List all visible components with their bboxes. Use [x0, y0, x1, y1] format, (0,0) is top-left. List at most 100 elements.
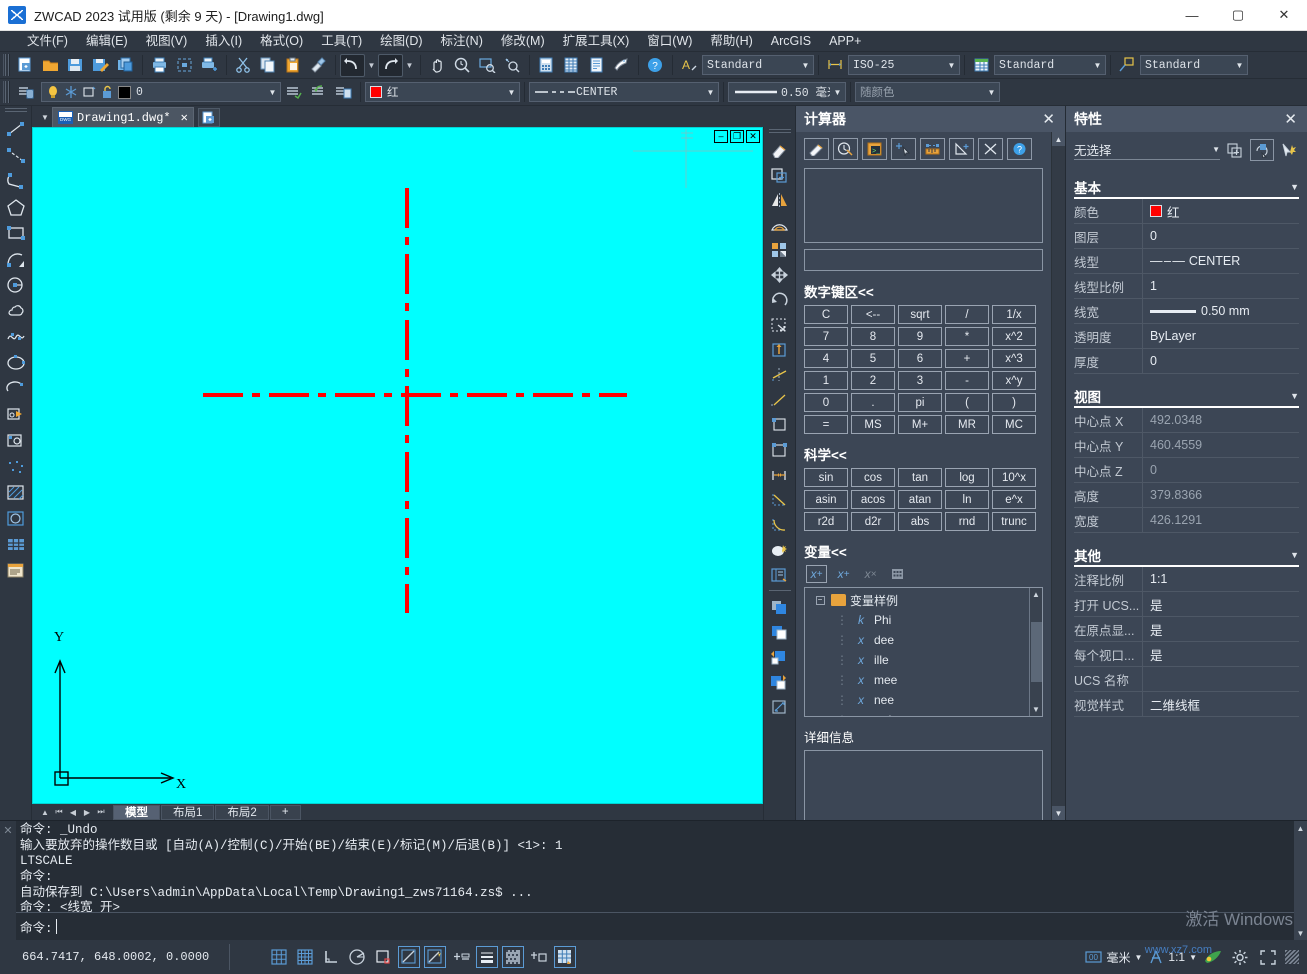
- construction-line-icon[interactable]: [3, 142, 29, 168]
- save-icon[interactable]: [63, 54, 88, 77]
- transparency-toggle[interactable]: [502, 946, 524, 968]
- collapse-icon[interactable]: −: [815, 595, 825, 605]
- calc-sci-key-cos[interactable]: cos: [851, 468, 895, 487]
- copy-object-icon[interactable]: [767, 162, 793, 187]
- send-to-back-icon[interactable]: [767, 619, 793, 644]
- coordinates-display[interactable]: 664.7417, 648.0002, 0.0000: [0, 944, 230, 970]
- layer-state-icons[interactable]: [46, 85, 136, 99]
- circle-icon[interactable]: [3, 272, 29, 298]
- property-value-cell[interactable]: 是: [1142, 641, 1299, 667]
- point-icon[interactable]: [3, 454, 29, 480]
- property-value-cell[interactable]: 二维线框: [1142, 691, 1299, 717]
- preview-icon[interactable]: [172, 54, 197, 77]
- menu-edit[interactable]: 编辑(E): [77, 31, 137, 52]
- calc-key-x3[interactable]: x^3: [992, 349, 1036, 368]
- rectangle-icon[interactable]: [3, 220, 29, 246]
- plot-manager-icon[interactable]: [197, 54, 222, 77]
- var-tree-item[interactable]: ⋮xrad: [809, 710, 1029, 716]
- break-icon[interactable]: [767, 437, 793, 462]
- tab-layout2[interactable]: 布局2: [215, 804, 269, 820]
- property-value-cell[interactable]: 0: [1142, 457, 1299, 483]
- calculator-entry[interactable]: [804, 249, 1043, 271]
- menu-file[interactable]: 文件(F): [18, 31, 77, 52]
- toolbar-grip[interactable]: [3, 54, 10, 76]
- calc-key-xy[interactable]: x^y: [992, 371, 1036, 390]
- chevron-down-icon[interactable]: ▼: [1290, 182, 1299, 192]
- multiline-text-icon[interactable]: [3, 558, 29, 584]
- selection-cycling-toggle[interactable]: [554, 946, 576, 968]
- draw-order-icon[interactable]: [767, 694, 793, 719]
- calc-sci-key-acos[interactable]: acos: [851, 490, 895, 509]
- arc-icon[interactable]: [3, 246, 29, 272]
- var-tree-item[interactable]: ⋮ k Phi: [809, 610, 1029, 630]
- property-value-cell[interactable]: 492.0348: [1142, 407, 1299, 433]
- var-tree-root[interactable]: − 变量样例: [809, 590, 1029, 610]
- cut-icon[interactable]: [231, 54, 256, 77]
- color-combo[interactable]: 红 ▼: [365, 82, 520, 102]
- ortho-mode-toggle[interactable]: [320, 946, 342, 968]
- stretch-icon[interactable]: [767, 337, 793, 362]
- revision-cloud-icon[interactable]: [3, 298, 29, 324]
- clear-icon[interactable]: [804, 138, 829, 160]
- layer-manager-icon[interactable]: [559, 54, 584, 77]
- calculator-icon[interactable]: [534, 54, 559, 77]
- new-icon[interactable]: [13, 54, 38, 77]
- table-style-combo[interactable]: Standard ▼: [994, 55, 1106, 75]
- toolbar-grip[interactable]: [768, 129, 791, 135]
- chevron-down-icon[interactable]: ▼: [1206, 145, 1220, 154]
- menu-window[interactable]: 窗口(W): [638, 31, 701, 52]
- layer-manager-icon[interactable]: [13, 81, 38, 104]
- plotstyle-combo[interactable]: 随颜色 ▼: [855, 82, 1000, 102]
- property-row[interactable]: 图层 0: [1074, 223, 1299, 249]
- multileader-style-icon[interactable]: [1115, 54, 1140, 77]
- text-style-combo[interactable]: Standard ▼: [702, 55, 814, 75]
- document-tab-drawing1[interactable]: Drawing1.dwg* ✕: [52, 107, 194, 127]
- design-center-icon[interactable]: [609, 54, 634, 77]
- maximize-button[interactable]: ▢: [1215, 0, 1261, 31]
- scrollbar-track[interactable]: [1052, 146, 1065, 806]
- calc-key-4[interactable]: 4: [804, 349, 848, 368]
- intersection-icon[interactable]: [978, 138, 1003, 160]
- calculator-display[interactable]: [804, 168, 1043, 243]
- mirror-icon[interactable]: [767, 187, 793, 212]
- calc-key-M[interactable]: M+: [898, 415, 942, 434]
- close-button[interactable]: ✕: [1261, 0, 1307, 31]
- command-close-icon[interactable]: ✕: [0, 821, 16, 940]
- paste-icon[interactable]: [281, 54, 306, 77]
- polyline-icon[interactable]: [3, 168, 29, 194]
- join-icon[interactable]: [767, 462, 793, 487]
- property-row[interactable]: 中心点 Y 460.4559: [1074, 432, 1299, 458]
- copy-icon[interactable]: [256, 54, 281, 77]
- menu-format[interactable]: 格式(O): [251, 31, 312, 52]
- property-row[interactable]: 高度 379.8366: [1074, 482, 1299, 508]
- chevron-down-icon[interactable]: ▼: [504, 83, 519, 101]
- quick-properties-toggle[interactable]: [528, 946, 550, 968]
- calc-sci-key-tan[interactable]: tan: [898, 468, 942, 487]
- scroll-down-icon[interactable]: ▼: [1297, 926, 1305, 940]
- calc-sci-key-d2r[interactable]: d2r: [851, 512, 895, 531]
- gradient-icon[interactable]: [3, 506, 29, 532]
- variables-tree-scrollbar[interactable]: ▲ ▼: [1029, 588, 1042, 716]
- calc-key-MC[interactable]: MC: [992, 415, 1036, 434]
- undo-dropdown-icon[interactable]: ▼: [365, 54, 378, 77]
- zoom-window-icon[interactable]: [475, 54, 500, 77]
- property-value-cell[interactable]: 1: [1142, 273, 1299, 299]
- property-value-cell[interactable]: 是: [1142, 591, 1299, 617]
- lineweight-toggle[interactable]: [476, 946, 498, 968]
- scroll-up-icon[interactable]: ▲: [1032, 588, 1040, 601]
- lineweight-combo[interactable]: 0.50 毫米 ▼: [728, 82, 846, 102]
- property-value-cell[interactable]: 426.1291: [1142, 507, 1299, 533]
- ellipse-arc-icon[interactable]: [3, 376, 29, 402]
- var-tree-item[interactable]: ⋮ x nee: [809, 690, 1029, 710]
- workspace-selector[interactable]: [1203, 949, 1223, 965]
- close-icon[interactable]: ✕: [1038, 112, 1059, 127]
- text-style-icon[interactable]: A: [677, 54, 702, 77]
- viewport-minimize-button[interactable]: –: [714, 130, 728, 143]
- scroll-down-icon[interactable]: ▼: [1052, 806, 1065, 820]
- save-as-icon[interactable]: [88, 54, 113, 77]
- resize-grip[interactable]: [1285, 950, 1299, 964]
- calc-key-[interactable]: *: [945, 327, 989, 346]
- var-tree-item[interactable]: ⋮ x dee: [809, 630, 1029, 650]
- help-icon[interactable]: ?: [1007, 138, 1032, 160]
- calc-key-[interactable]: (: [945, 393, 989, 412]
